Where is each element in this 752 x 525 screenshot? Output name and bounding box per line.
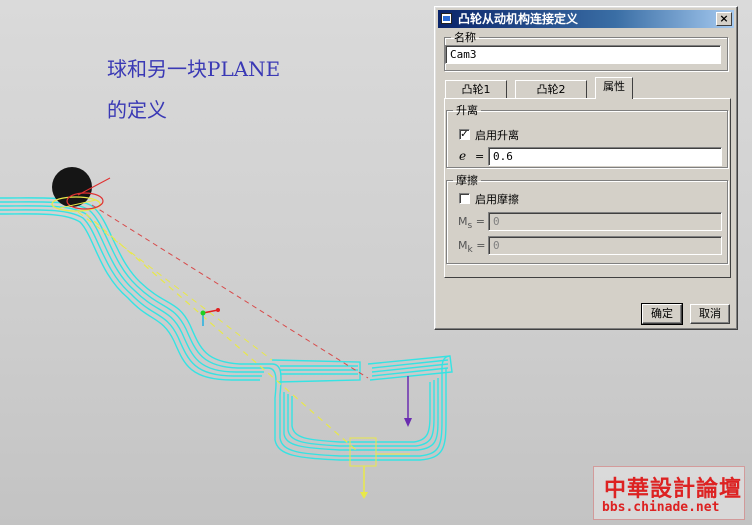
close-button[interactable]: × <box>716 12 732 26</box>
static-friction-input[interactable]: 0 <box>488 212 722 231</box>
cam-track <box>0 197 453 461</box>
properties-panel: 升离 ✓ 启用升离 e = 0.6 摩擦 启用摩擦 Ms = 0 Mk = 0 <box>444 98 731 278</box>
liftoff-checkbox[interactable]: ✓ <box>459 129 470 140</box>
annotation-line1: 球和另一块PLANE <box>107 57 281 81</box>
ball <box>52 167 92 207</box>
liftoff-group-label: 升离 <box>456 104 478 117</box>
red-dashed-axis <box>91 204 369 379</box>
dialog-title: 凸轮从动机构连接定义 <box>458 12 579 26</box>
yellow-dashed-axis <box>85 213 357 451</box>
app-icon <box>441 13 452 24</box>
watermark-site-name: 中華設計論壇 <box>604 477 743 502</box>
mk-label: Mk = <box>458 239 486 256</box>
cancel-button[interactable]: 取消 <box>690 304 730 324</box>
ms-label: Ms = <box>458 215 485 232</box>
watermark-logo: 中華設計論壇 bbs.chinade.net <box>593 466 745 520</box>
ok-button[interactable]: 确定 <box>641 303 683 325</box>
close-icon: × <box>719 12 729 25</box>
name-input[interactable]: Cam3 <box>445 45 721 64</box>
annotation-line2: 的定义 <box>107 98 167 122</box>
kinetic-friction-input[interactable]: 0 <box>488 236 722 255</box>
watermark-url: bbs.chinade.net <box>602 500 720 515</box>
liftoff-enable-label: 启用升离 <box>475 129 519 142</box>
name-group-label: 名称 <box>454 31 476 44</box>
dialog-title-bar[interactable]: 凸轮从动机构连接定义 × <box>438 10 734 28</box>
tab-properties[interactable]: 属性 <box>595 77 633 99</box>
tab-cam2[interactable]: 凸轮2 <box>515 80 587 99</box>
e-symbol: e <box>459 149 467 163</box>
e-equals: = <box>475 150 485 163</box>
restitution-input[interactable]: 0.6 <box>488 147 722 166</box>
friction-checkbox[interactable] <box>459 193 470 204</box>
friction-group-label: 摩擦 <box>456 174 478 187</box>
tab-cam1[interactable]: 凸轮1 <box>445 80 507 99</box>
friction-enable-label: 启用摩擦 <box>475 193 519 206</box>
cam-connection-dialog: 凸轮从动机构连接定义 × 名称 Cam3 凸轮1 凸轮2 属性 升离 ✓ 启用升… <box>434 6 738 330</box>
